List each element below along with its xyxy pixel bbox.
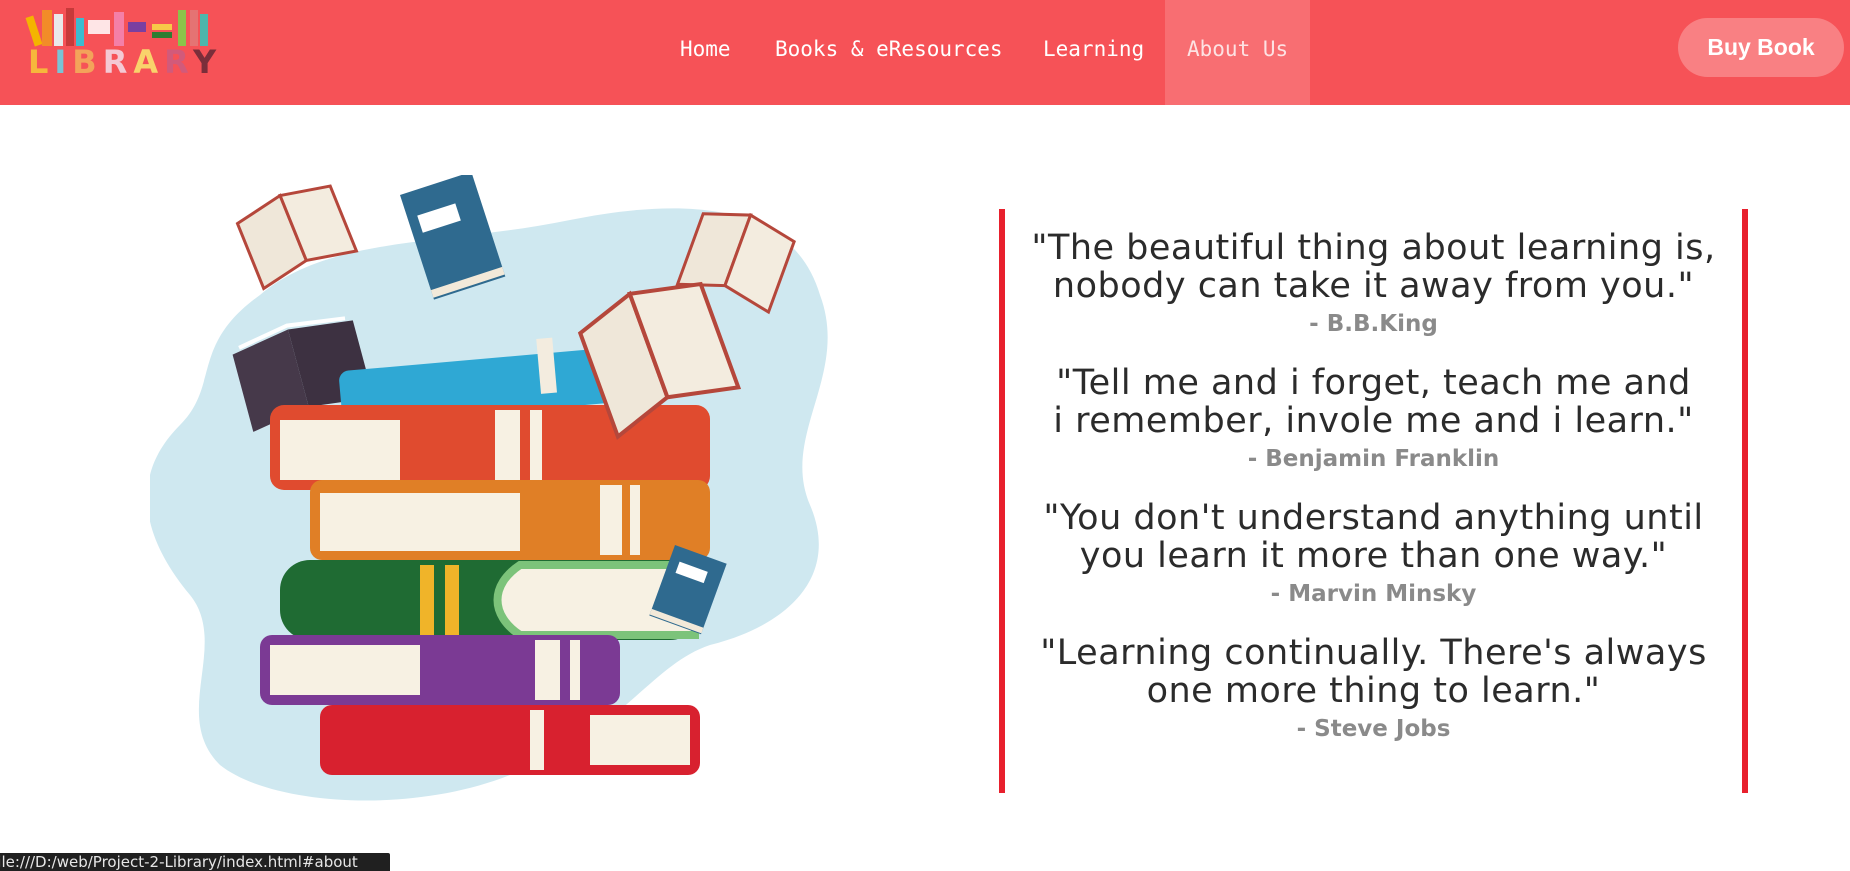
quote-3: "You don't understand anything until you… — [1005, 499, 1742, 609]
quote-1: "The beautiful thing about learning is, … — [1005, 229, 1742, 339]
nav-books-eresources[interactable]: Books & eResources — [775, 0, 1003, 105]
quote-author: - Benjamin Franklin — [1247, 446, 1500, 472]
quote-author: - B.B.King — [1309, 311, 1438, 337]
quote-text: "Learning continually. There's always on… — [1040, 633, 1707, 711]
quote-text: "Tell me and i forget, teach me and i re… — [1053, 363, 1694, 441]
library-logo[interactable]: LIBRARY — [22, 6, 216, 82]
status-url: file:///D:/web/Project-2-Library/index.h… — [0, 853, 358, 871]
navbar: LIBRARY Home Books & eResources Learning… — [0, 0, 1850, 105]
stack-of-books-illustration-icon — [147, 171, 828, 801]
buy-book-button[interactable]: Buy Book — [1678, 18, 1844, 77]
quotes-panel: "The beautiful thing about learning is, … — [999, 209, 1748, 793]
nav-learning[interactable]: Learning — [1043, 0, 1144, 105]
books-illustration — [147, 171, 840, 815]
link-status-bar: file:///D:/web/Project-2-Library/index.h… — [0, 853, 390, 871]
nav-home[interactable]: Home — [680, 0, 731, 105]
nav-about-us[interactable]: About Us — [1165, 0, 1311, 105]
logo-wordmark: LIBRARY — [28, 43, 223, 81]
quote-author: - Steve Jobs — [1296, 716, 1451, 742]
quote-text: "You don't understand anything until you… — [1043, 498, 1704, 576]
quote-text: "The beautiful thing about learning is, … — [1031, 228, 1716, 306]
quote-author: - Marvin Minsky — [1270, 581, 1477, 607]
quote-4: "Learning continually. There's always on… — [1005, 634, 1742, 744]
quote-2: "Tell me and i forget, teach me and i re… — [1005, 364, 1742, 474]
